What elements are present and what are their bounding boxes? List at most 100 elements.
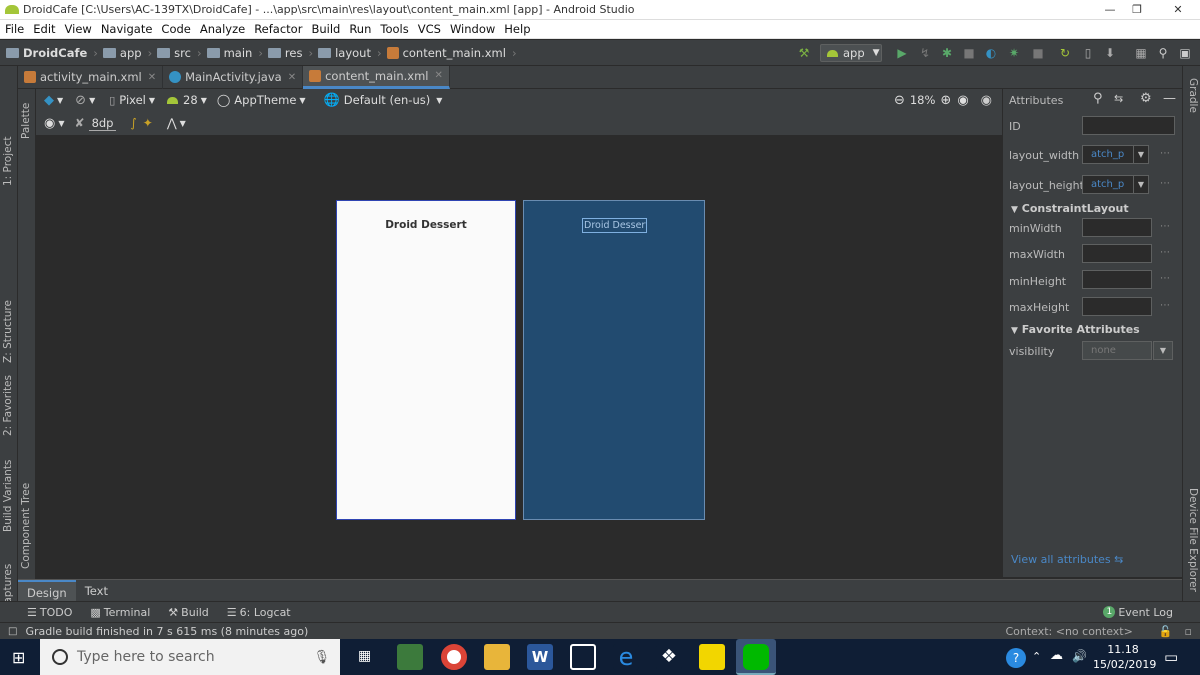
structure-tool-button[interactable]: Z: Structure (2, 300, 14, 363)
more-icon[interactable]: ⋯ (1160, 273, 1170, 284)
memory-icon[interactable]: ▫ (1185, 625, 1192, 638)
orientation-icon[interactable]: ⊘ (75, 93, 86, 108)
sdk-manager-icon[interactable]: ⬇ (1103, 46, 1117, 60)
breadcrumb-src[interactable]: src (174, 46, 191, 60)
apply-changes-icon[interactable]: ↯ (918, 46, 932, 60)
favorites-tool-button[interactable]: 2: Favorites (2, 375, 14, 436)
close-button[interactable]: ✕ (1156, 0, 1200, 20)
max-height-field[interactable] (1082, 297, 1152, 316)
guidelines-icon[interactable]: ⋀ (167, 116, 177, 130)
min-height-field[interactable] (1082, 270, 1152, 289)
design-preview[interactable]: Droid Dessert (336, 200, 516, 520)
menu-refactor[interactable]: Refactor (249, 20, 306, 39)
task-view-icon[interactable]: ▦ (358, 648, 371, 664)
blueprint-preview[interactable]: Droid Dessert (523, 200, 705, 520)
run-config-select[interactable]: app ▼ (820, 44, 882, 62)
view-all-attributes-link[interactable]: View all attributes ⇆ (1011, 553, 1123, 566)
context-indicator[interactable]: Context: <no context> (1005, 625, 1132, 638)
terminal-tool-button[interactable]: Terminal (104, 606, 151, 619)
zoom-out-icon[interactable]: ⊖ (894, 93, 905, 108)
status-message[interactable]: Gradle build finished in 7 s 615 ms (8 m… (25, 625, 308, 638)
search-icon[interactable]: ⚲ (1156, 46, 1170, 60)
dropbox-taskbar-icon[interactable]: ❖ (656, 644, 682, 670)
tab-content-main[interactable]: content_main.xml ✕ (303, 65, 450, 89)
menu-navigate[interactable]: Navigate (96, 20, 157, 39)
debug-icon[interactable]: ✱ (940, 46, 954, 60)
file-explorer-taskbar-icon[interactable] (484, 644, 510, 670)
gradle-tool-button[interactable]: Gradle (1187, 78, 1199, 113)
chrome-taskbar-icon[interactable] (441, 644, 467, 670)
locale-select[interactable]: Default (en-us) (344, 93, 430, 107)
tab-main-activity[interactable]: MainActivity.java ✕ (163, 65, 304, 89)
search-icon[interactable]: ⚲ (1093, 91, 1103, 106)
favorite-attributes-section[interactable]: ▼ Favorite Attributes (1011, 323, 1140, 336)
sticky-notes-taskbar-icon[interactable] (699, 644, 725, 670)
mail-taskbar-icon[interactable] (570, 644, 596, 670)
infer-constraints-icon[interactable]: ✦ (143, 116, 153, 130)
warning-icon[interactable]: ◉ (981, 93, 992, 108)
chevron-down-icon[interactable]: ▼ (1153, 341, 1173, 360)
design-surface-icon[interactable]: ◆ (44, 93, 54, 108)
clock-date[interactable]: 15/02/2019 (1093, 658, 1156, 671)
breadcrumb-layout[interactable]: layout (335, 46, 371, 60)
chevron-down-icon[interactable]: ▼ (1133, 145, 1149, 164)
design-canvas[interactable] (36, 137, 1002, 577)
menu-file[interactable]: File (0, 20, 28, 39)
profile-icon[interactable]: ◐ (984, 46, 998, 60)
layout-inspector-icon[interactable]: ▣ (1178, 46, 1192, 60)
stop-icon[interactable]: ■ (1031, 46, 1045, 60)
menu-window[interactable]: Window (445, 20, 499, 39)
project-structure-icon[interactable]: ▦ (1134, 46, 1148, 60)
build-variants-tool-button[interactable]: Build Variants (2, 460, 14, 532)
menu-build[interactable]: Build (306, 20, 344, 39)
breadcrumb-res[interactable]: res (285, 46, 303, 60)
menu-edit[interactable]: Edit (28, 20, 59, 39)
constraintlayout-section[interactable]: ▼ ConstraintLayout (1011, 202, 1129, 215)
run-icon[interactable]: ▶ (895, 46, 909, 60)
menu-vcs[interactable]: VCS (413, 20, 445, 39)
hammer-icon[interactable]: ⚒ (797, 46, 811, 60)
line-taskbar-icon[interactable] (743, 644, 769, 670)
autoconnect-icon[interactable]: ✘ (75, 116, 85, 130)
tool-window-toggle-icon[interactable]: □ (8, 626, 17, 637)
tab-activity-main[interactable]: activity_main.xml ✕ (18, 65, 164, 89)
chevron-down-icon[interactable]: ▼ (1133, 175, 1149, 194)
zoom-in-icon[interactable]: ⊕ (940, 93, 951, 108)
microphone-icon[interactable]: 🎙 (313, 650, 330, 665)
todo-tool-button[interactable]: TODO (40, 606, 73, 619)
project-tool-button[interactable]: 1: Project (2, 137, 14, 186)
lock-icon[interactable]: 🔓 (1159, 625, 1173, 638)
volume-icon[interactable]: 🔊 (1072, 649, 1087, 663)
menu-view[interactable]: View (60, 20, 96, 39)
breadcrumb-app[interactable]: app (120, 46, 142, 60)
more-icon[interactable]: ⋯ (1160, 247, 1170, 258)
android-studio-taskbar-icon[interactable] (397, 644, 423, 670)
help-tray-icon[interactable]: ? (1006, 648, 1026, 668)
max-width-field[interactable] (1082, 244, 1152, 263)
notifications-icon[interactable]: ▭ (1164, 648, 1178, 666)
zoom-to-fit-icon[interactable]: ◉ (957, 93, 968, 108)
bug-icon[interactable]: ✷ (1007, 46, 1021, 60)
palette-tool-button[interactable]: Palette (20, 103, 32, 139)
avd-manager-icon[interactable]: ▯ (1081, 46, 1095, 60)
menu-tools[interactable]: Tools (375, 20, 412, 39)
menu-help[interactable]: Help (499, 20, 534, 39)
tab-text[interactable]: Text (76, 584, 117, 598)
device-file-explorer-tool-button[interactable]: Device File Explorer (1187, 488, 1199, 592)
id-field[interactable] (1082, 116, 1175, 135)
windows-start-icon[interactable]: ⊞ (12, 648, 25, 667)
hide-panel-icon[interactable]: — (1163, 91, 1176, 106)
sync-gradle-icon[interactable]: ↻ (1058, 46, 1072, 60)
close-icon[interactable]: ✕ (434, 70, 442, 81)
edge-taskbar-icon[interactable]: e (613, 644, 639, 670)
min-width-field[interactable] (1082, 218, 1152, 237)
eye-icon[interactable]: ◉ (44, 116, 55, 131)
default-margin-select[interactable]: 8dp (88, 116, 117, 131)
clear-constraints-icon[interactable]: ∫ (130, 116, 136, 130)
blueprint-textview[interactable]: Droid Dessert (582, 218, 647, 233)
word-taskbar-icon[interactable]: W (527, 644, 553, 670)
build-tool-button[interactable]: Build (181, 606, 209, 619)
breadcrumb-droidcafe[interactable]: DroidCafe (23, 46, 87, 60)
api-level-select[interactable]: 28 (183, 93, 198, 107)
menu-code[interactable]: Code (156, 20, 194, 39)
